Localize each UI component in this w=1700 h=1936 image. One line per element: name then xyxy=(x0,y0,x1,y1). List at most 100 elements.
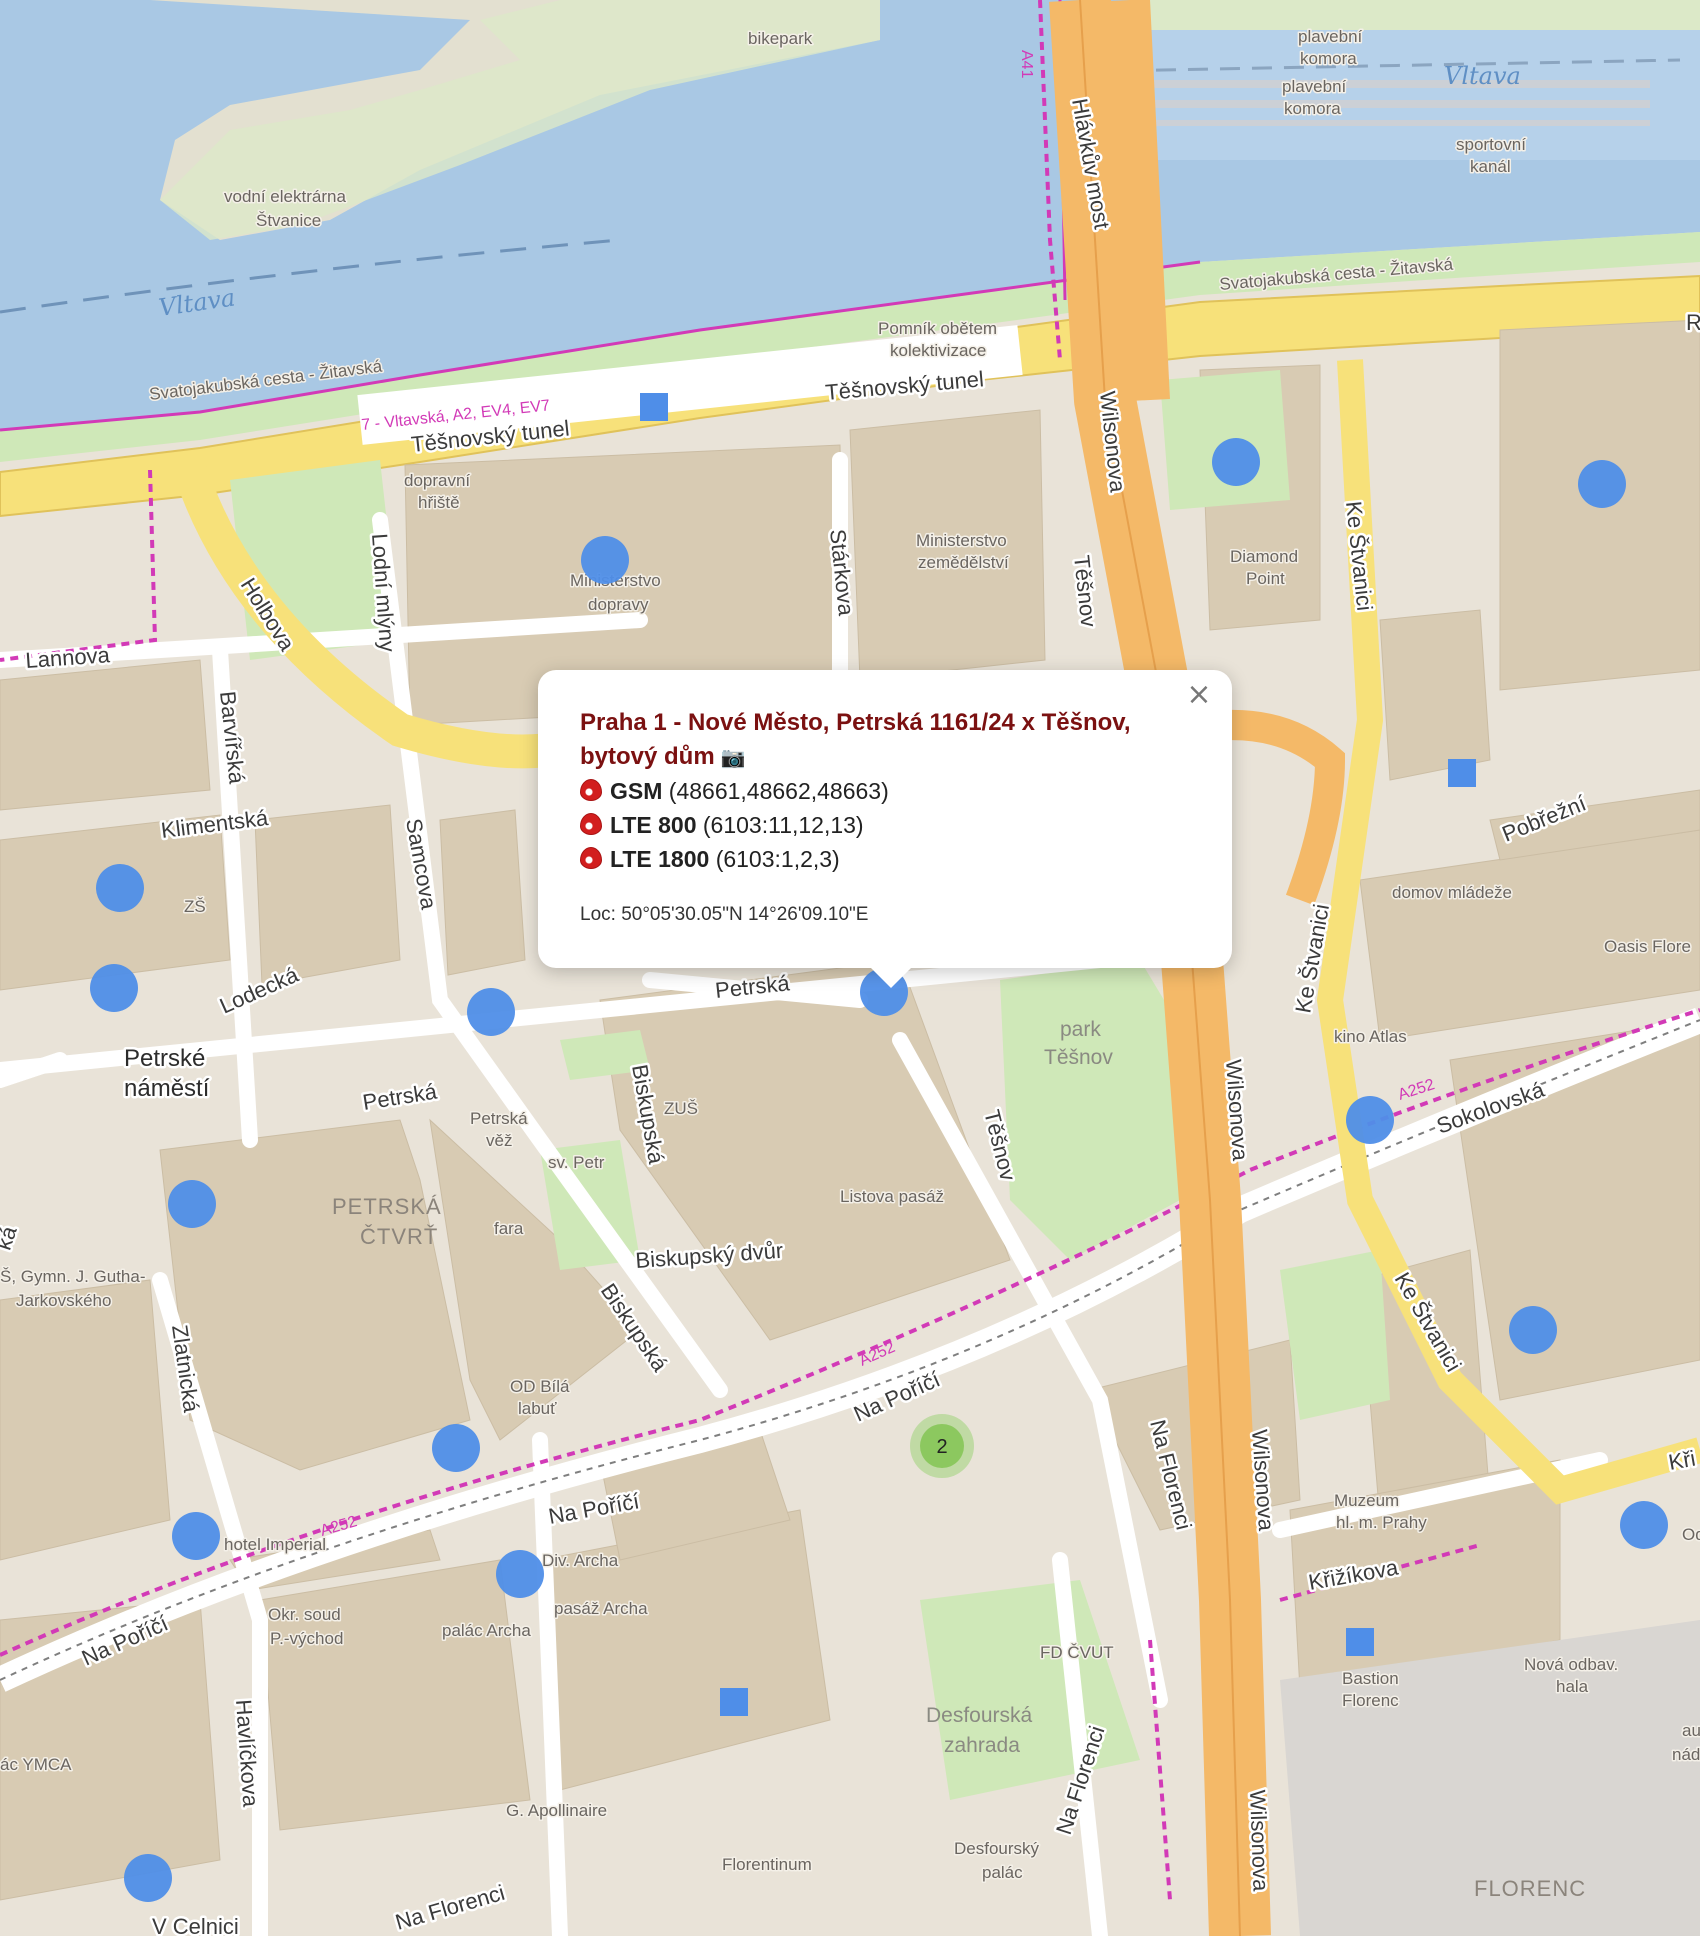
label-petrska-ctvrt: PETRSKÁ xyxy=(332,1194,442,1219)
label-od-bila-2: labuť xyxy=(518,1399,557,1418)
label-pomnik: Pomník obětem xyxy=(878,319,997,338)
label-bastion-2: Florenc xyxy=(1342,1691,1399,1710)
label-zus: ZUŠ xyxy=(664,1099,698,1118)
marker xyxy=(1509,1306,1557,1354)
label-petrska-vez: Petrská xyxy=(470,1109,528,1128)
close-icon[interactable]: × xyxy=(1184,680,1214,710)
label-petrska-ctvrt-2: ČTVRŤ xyxy=(360,1224,438,1249)
camera-icon[interactable]: 📷 xyxy=(721,745,746,769)
label-hotel-imperial: hotel Imperial xyxy=(224,1535,326,1554)
marker xyxy=(1212,438,1260,486)
label-sportovni-kanal-2: kanál xyxy=(1470,157,1511,176)
map-view[interactable]: bikepark plavební komora plavební komora… xyxy=(0,0,1700,1936)
marker xyxy=(496,1550,544,1598)
marker xyxy=(1620,1501,1668,1549)
label-kino-atlas: kino Atlas xyxy=(1334,1027,1407,1046)
label-palac-archa: palác Archa xyxy=(442,1621,531,1640)
label-pomnik-2: kolektivizace xyxy=(890,341,986,360)
label-fara: fara xyxy=(494,1219,524,1238)
marker xyxy=(96,864,144,912)
marker xyxy=(1346,1096,1394,1144)
marker xyxy=(1578,460,1626,508)
label-plavebni-komora-3: plavební xyxy=(1282,77,1347,96)
tech-name: LTE 1800 xyxy=(610,846,710,872)
label-od: Od xyxy=(1682,1525,1700,1544)
marker xyxy=(172,1512,220,1560)
label-dopravni-hriste-2: hřiště xyxy=(418,493,460,512)
label-park-tesnov-2: Těšnov xyxy=(1044,1046,1113,1069)
label-od-bila: OD Bílá xyxy=(510,1377,570,1396)
label-desfoursky-palac-2: palác xyxy=(982,1863,1023,1882)
label-fd-cvut: FD ČVUT xyxy=(1040,1643,1114,1662)
cluster-marker[interactable]: 2 xyxy=(910,1414,974,1478)
label-vodni-elektrarna-2: Štvanice xyxy=(256,211,321,230)
marker xyxy=(168,1180,216,1228)
tech-ids: (6103:11,12,13) xyxy=(702,812,864,838)
label-dopravni-hriste: dopravní xyxy=(404,471,470,490)
label-desfoursky-palac: Desfourský xyxy=(954,1839,1040,1858)
label-muzeum-2: hl. m. Prahy xyxy=(1336,1513,1427,1532)
label-ymca: ác YMCA xyxy=(0,1755,72,1774)
label-petrske-namesti: Petrské xyxy=(124,1045,205,1072)
popup-tip xyxy=(869,966,913,988)
red-drop-icon xyxy=(580,847,602,869)
popup-title: Praha 1 - Nové Město, Petrská 1161/24 x … xyxy=(580,706,1196,774)
label-okr-soud: Okr. soud xyxy=(268,1605,341,1624)
label-au: au xyxy=(1682,1721,1700,1740)
label-desfourska-zahrada-2: zahrada xyxy=(944,1734,1020,1757)
marker xyxy=(124,1854,172,1902)
label-nova-odbav: Nová odbav. xyxy=(1524,1655,1618,1674)
label-r: R xyxy=(1686,310,1700,335)
red-drop-icon xyxy=(580,813,602,835)
label-florentinum: Florentinum xyxy=(722,1855,812,1874)
label-muzeum: Muzeum xyxy=(1334,1491,1399,1510)
label-diamond-point-2: Point xyxy=(1246,569,1285,588)
tech-row-lte1800: LTE 1800 (6103:1,2,3) xyxy=(580,842,1196,876)
marker xyxy=(581,536,629,584)
label-kri: Kři xyxy=(1667,1446,1698,1475)
cluster-count: 2 xyxy=(936,1436,947,1458)
label-florenc: FLORENC xyxy=(1474,1876,1586,1901)
label-park-tesnov: park xyxy=(1060,1018,1101,1041)
basemap[interactable]: bikepark plavební komora plavební komora… xyxy=(0,0,1700,1936)
tech-name: LTE 800 xyxy=(610,812,697,838)
label-petrske-namesti-2: náměstí xyxy=(124,1075,210,1102)
label-pasaz-archa: pasáž Archa xyxy=(554,1599,648,1618)
label-wilsonova-4: Wilsonova xyxy=(1245,1789,1274,1892)
label-ministerstvo-dopravy-2: dopravy xyxy=(588,595,649,614)
label-plavebni-komora: plavební xyxy=(1298,27,1363,46)
label-vltava: Vltava xyxy=(1444,62,1521,90)
label-bikepark: bikepark xyxy=(748,29,813,48)
label-plavebni-komora-4: komora xyxy=(1284,99,1341,118)
label-domov-mladeze: domov mládeže xyxy=(1392,883,1512,902)
marker xyxy=(432,1424,480,1472)
tech-name: GSM xyxy=(610,778,663,804)
tech-ids: (6103:1,2,3) xyxy=(715,846,840,872)
tech-row-gsm: GSM (48661,48662,48663) xyxy=(580,774,1196,808)
label-sv-petr: sv. Petr xyxy=(548,1153,605,1172)
label-nad: nád xyxy=(1672,1745,1700,1764)
popup-location: Loc: 50°05'30.05"N 14°26'09.10"E xyxy=(580,904,869,925)
marker xyxy=(467,988,515,1036)
label-diamond-point: Diamond xyxy=(1230,547,1298,566)
tech-row-lte800: LTE 800 (6103:11,12,13) xyxy=(580,808,1196,842)
label-desfourska-zahrada: Desfourská xyxy=(926,1704,1033,1727)
label-gymn: Š, Gymn. J. Gutha- xyxy=(0,1267,146,1286)
label-gymn-2: Jarkovského xyxy=(16,1291,111,1310)
label-v-celnici: V Celnici xyxy=(152,1914,239,1936)
red-drop-icon xyxy=(580,779,602,801)
label-bastion: Bastion xyxy=(1342,1669,1399,1688)
marker xyxy=(90,964,138,1012)
label-okr-soud-2: P.-východ xyxy=(270,1629,343,1648)
label-plavebni-komora-2: komora xyxy=(1300,49,1357,68)
tech-ids: (48661,48662,48663) xyxy=(668,778,889,804)
popup-title-text: Praha 1 - Nové Město, Petrská 1161/24 x … xyxy=(580,709,1131,770)
label-petrska-vez-2: věž xyxy=(486,1131,512,1150)
label-a41: A41 xyxy=(1018,50,1035,79)
label-listova-pasaz: Listova pasáž xyxy=(840,1187,944,1206)
info-popup: × Praha 1 - Nové Město, Petrská 1161/24 … xyxy=(538,670,1232,988)
label-ministerstvo-zemedelstvi-2: zemědělství xyxy=(918,553,1009,572)
label-zs: ZŠ xyxy=(184,897,206,916)
label-vodni-elektrarna: vodní elektrárna xyxy=(224,187,346,206)
label-ministerstvo-zemedelstvi: Ministerstvo xyxy=(916,531,1007,550)
